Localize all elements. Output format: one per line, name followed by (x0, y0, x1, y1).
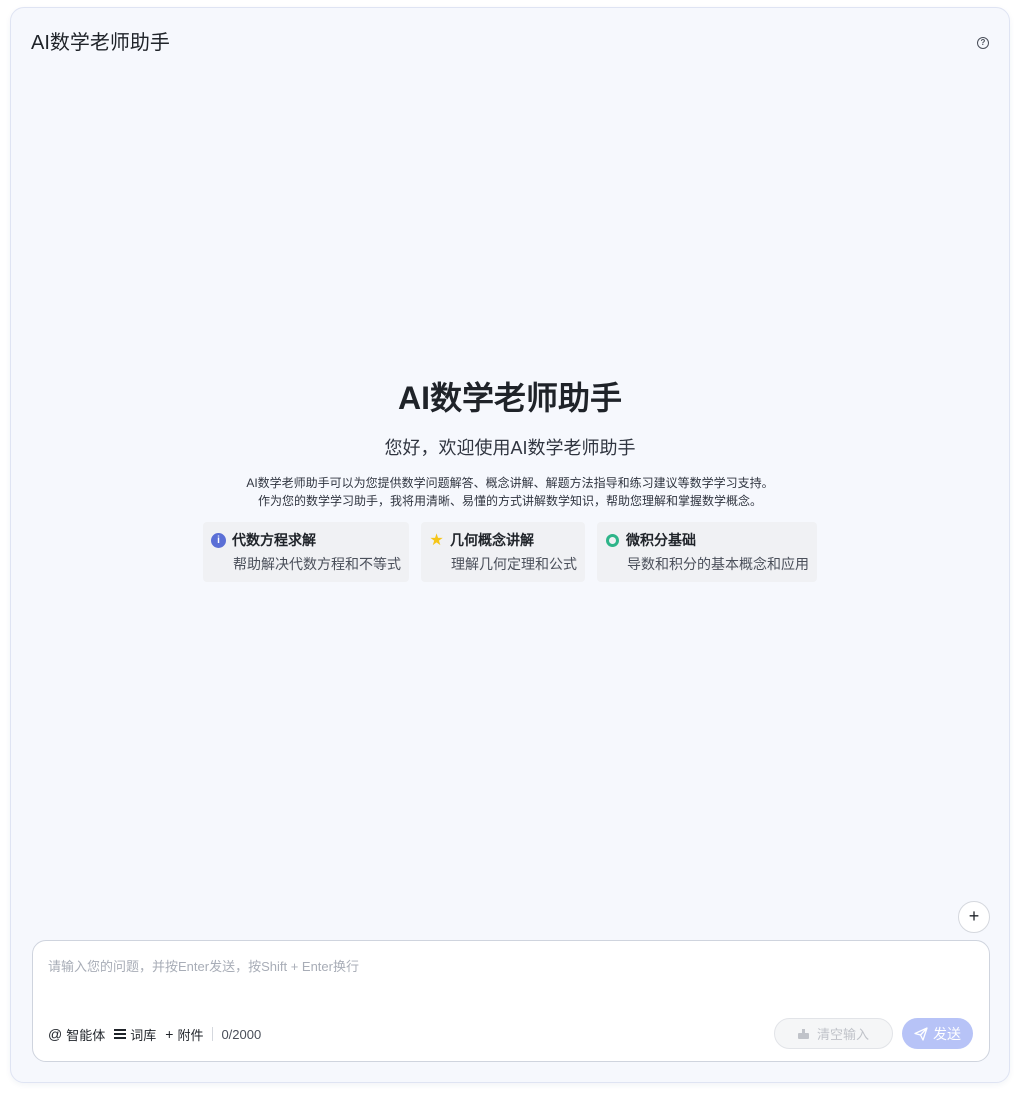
app-title: AI数学老师助手 (31, 32, 170, 54)
feature-description: 导数和积分的基本概念和应用 (627, 556, 809, 572)
feature-title: 几何概念讲解 (450, 532, 534, 548)
clear-input-label: 清空输入 (816, 1027, 869, 1042)
feature-description: 帮助解决代数方程和不等式 (233, 556, 401, 572)
welcome-description-line: AI数学老师助手可以为您提供数学问题解答、概念讲解、解题方法指导和练习建议等数学… (246, 476, 774, 490)
lexicon-label: 词库 (130, 1027, 157, 1043)
star-icon: ★ (429, 531, 444, 549)
welcome-section: AI数学老师助手 您好，欢迎使用AI数学老师助手 AI数学老师助手可以为您提供数… (11, 378, 1009, 510)
char-count: 0/2000 (221, 1026, 262, 1042)
agent-label: 智能体 (66, 1027, 106, 1043)
attach-label: 附件 (177, 1027, 204, 1043)
at-icon: @ (48, 1026, 63, 1042)
send-button[interactable]: 发送 (902, 1018, 973, 1049)
feature-card-geometry[interactable]: ★ 几何概念讲解 理解几何定理和公式 (421, 522, 585, 582)
feature-title: 代数方程求解 (232, 532, 316, 548)
agent-button[interactable]: @ 智能体 (48, 1025, 105, 1044)
help-icon[interactable]: ? (977, 37, 989, 49)
new-chat-button[interactable]: + (958, 901, 990, 933)
welcome-subtitle: 您好，欢迎使用AI数学老师助手 (384, 438, 636, 458)
paper-plane-icon (914, 1026, 928, 1041)
welcome-description: AI数学老师助手可以为您提供数学问题解答、概念讲解、解题方法指导和练习建议等数学… (11, 474, 1009, 510)
welcome-description-line: 作为您的数学学习助手，我将用清晰、易懂的方式讲解数学知识，帮助您理解和掌握数学概… (257, 494, 762, 508)
ring-icon (606, 533, 619, 547)
send-label: 发送 (933, 1025, 961, 1042)
message-composer: @ 智能体 词库 + 附件 0/2000 清空输入 发送 (32, 940, 990, 1062)
message-input[interactable] (48, 957, 968, 1007)
feature-cards: i 代数方程求解 帮助解决代数方程和不等式 ★ 几何概念讲解 理解几何定理和公式… (11, 522, 1009, 582)
plus-icon: + (165, 1026, 174, 1042)
toolbar-divider (212, 1027, 214, 1041)
clear-input-button[interactable]: 清空输入 (774, 1018, 893, 1049)
plus-icon: + (968, 906, 980, 926)
feature-card-calculus[interactable]: 微积分基础 导数和积分的基本概念和应用 (597, 522, 817, 582)
welcome-title: AI数学老师助手 (397, 380, 622, 416)
composer-toolbar: @ 智能体 词库 + 附件 0/2000 (48, 1025, 261, 1043)
feature-description: 理解几何定理和公式 (451, 556, 577, 572)
attach-button[interactable]: + 附件 (165, 1025, 203, 1044)
broom-icon (797, 1028, 809, 1039)
info-icon: i (211, 532, 226, 548)
list-icon (114, 1029, 127, 1039)
feature-title: 微积分基础 (626, 532, 696, 548)
chat-panel: AI数学老师助手 ? AI数学老师助手 您好，欢迎使用AI数学老师助手 AI数学… (10, 7, 1010, 1083)
feature-card-algebra[interactable]: i 代数方程求解 帮助解决代数方程和不等式 (203, 522, 409, 582)
lexicon-button[interactable]: 词库 (114, 1025, 156, 1044)
